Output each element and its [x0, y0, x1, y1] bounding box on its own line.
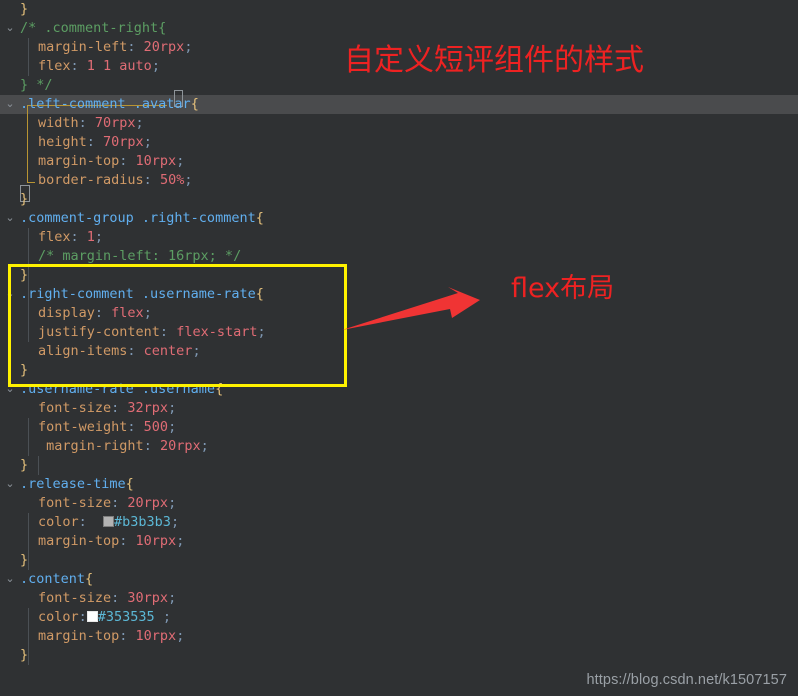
- fold-chevron-icon[interactable]: ⌄: [3, 475, 17, 494]
- code-line-text: margin-left: 20rpx;: [38, 39, 193, 55]
- code-line-text: margin-top: 10rpx;: [38, 533, 185, 549]
- fold-chevron-icon[interactable]: ⌄: [3, 570, 17, 589]
- annotation-flex-note: flex布局: [511, 273, 615, 304]
- code-line[interactable]: }: [0, 551, 798, 570]
- code-line-text: .comment-group .right-comment{: [20, 210, 264, 226]
- code-line-text: }: [20, 191, 29, 207]
- code-line-text: }: [20, 1, 29, 17]
- code-line-text: color: #353535 ;: [38, 609, 171, 625]
- code-line-text: .release-time{: [20, 476, 134, 492]
- fold-chevron-icon[interactable]: ⌄: [3, 19, 17, 38]
- red-arrow-annotation: [342, 287, 480, 330]
- highlight-rectangle: [8, 264, 347, 387]
- code-line-text: margin-top: 10rpx;: [38, 628, 185, 644]
- fold-chevron-icon[interactable]: ⌄: [3, 95, 17, 114]
- code-line[interactable]: border-radius: 50%;: [0, 171, 798, 190]
- code-line[interactable]: }: [0, 646, 798, 665]
- code-line-text: margin-top: 10rpx;: [38, 153, 185, 169]
- code-line-text: }: [20, 647, 29, 663]
- code-line[interactable]: margin-top: 10rpx;: [0, 532, 798, 551]
- code-line-text: /* .comment-right{: [20, 20, 167, 36]
- code-line[interactable]: ⌄ .comment-group .right-comment{: [0, 209, 798, 228]
- watermark-url: https://blog.csdn.net/k1507157: [586, 672, 787, 688]
- code-line[interactable]: font-weight: 500;: [0, 418, 798, 437]
- fold-chevron-icon[interactable]: ⌄: [3, 209, 17, 228]
- code-line-text: flex: 1 1 auto;: [38, 58, 160, 74]
- code-line[interactable]: margin-top: 10rpx;: [0, 627, 798, 646]
- code-line-text: .left-comment .avatar{: [20, 96, 199, 112]
- code-line[interactable]: ⌄ .left-comment .avatar{: [0, 95, 798, 114]
- code-line-text: font-weight: 500;: [38, 419, 177, 435]
- code-editor[interactable]: } ⌄/* .comment-right{margin-left: 20rpx; f…: [0, 0, 798, 696]
- code-line-text: flex: 1;: [38, 229, 104, 245]
- code-line-text: }: [20, 552, 29, 568]
- code-line-text: color: #b3b3b3;: [38, 514, 180, 530]
- code-line-text: }: [20, 457, 29, 473]
- code-line[interactable]: margin-top: 10rpx;: [0, 152, 798, 171]
- annotation-title-note: 自定义短评组件的样式: [344, 43, 644, 78]
- code-line[interactable]: ⌄ .release-time{: [0, 475, 798, 494]
- code-line-text: width: 70rpx;: [38, 115, 144, 131]
- code-line-text: .content{: [20, 571, 94, 587]
- color-swatch[interactable]: [86, 611, 98, 622]
- code-line-text: height: 70rpx;: [38, 134, 152, 150]
- code-line[interactable]: }: [0, 190, 798, 209]
- code-line-text: font-size: 20rpx;: [38, 495, 177, 511]
- code-line[interactable]: font-size: 32rpx;: [0, 399, 798, 418]
- code-line[interactable]: color: #b3b3b3;: [0, 513, 798, 532]
- code-line-text: border-radius: 50%;: [38, 172, 193, 188]
- code-line[interactable]: height: 70rpx;: [0, 133, 798, 152]
- code-line-text: font-size: 30rpx;: [38, 590, 177, 606]
- code-line[interactable]: font-size: 20rpx;: [0, 494, 798, 513]
- code-line-text: } */: [20, 77, 53, 93]
- code-line[interactable]: ⌄ .content{: [0, 570, 798, 589]
- code-line-text: font-size: 32rpx;: [38, 400, 177, 416]
- code-line[interactable]: margin-right: 20rpx;: [0, 437, 798, 456]
- code-line[interactable]: flex: 1;: [0, 228, 798, 247]
- code-line[interactable]: font-size: 30rpx;: [0, 589, 798, 608]
- code-line[interactable]: }: [0, 0, 798, 19]
- code-line[interactable]: color: #353535 ;: [0, 608, 798, 627]
- color-swatch[interactable]: [103, 516, 115, 527]
- code-line[interactable]: width: 70rpx;: [0, 114, 798, 133]
- code-line[interactable]: }: [0, 456, 798, 475]
- code-line-text: margin-right: 20rpx;: [46, 438, 209, 454]
